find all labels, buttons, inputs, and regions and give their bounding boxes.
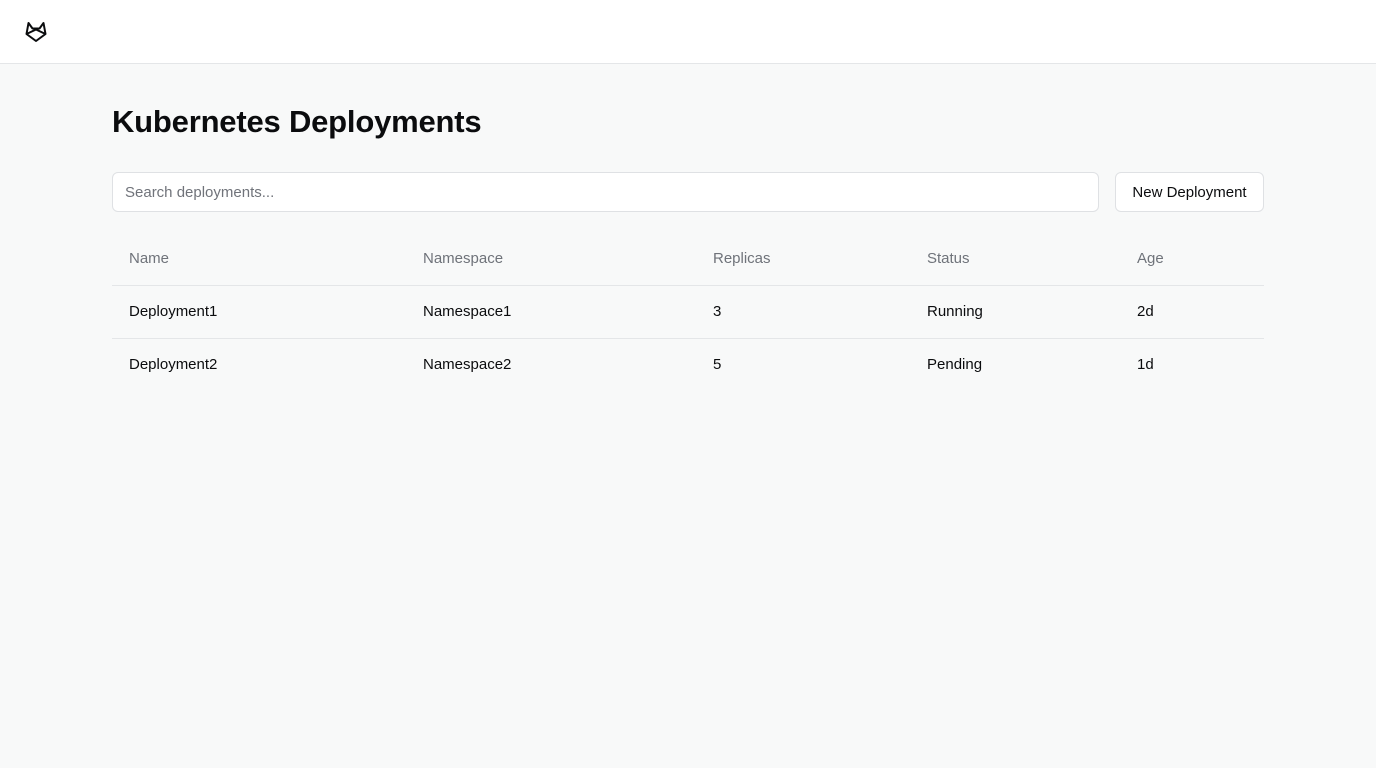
column-header-replicas: Replicas xyxy=(696,232,910,286)
cell-status: Pending xyxy=(927,356,983,374)
new-deployment-button[interactable]: New Deployment xyxy=(1115,172,1264,212)
column-header-namespace: Namespace xyxy=(406,232,696,286)
cell-status: Running xyxy=(910,285,1120,339)
cell-replicas: 5 xyxy=(713,356,722,374)
cell-age: 2d xyxy=(1120,285,1264,339)
search-input[interactable] xyxy=(112,172,1099,212)
table-row[interactable]: Deployment2 Namespace2 5 Pending 1d xyxy=(112,338,1264,391)
gitlab-logo-icon[interactable] xyxy=(24,20,48,44)
cell-age: 1d xyxy=(1137,356,1154,374)
column-header-age: Age xyxy=(1120,232,1264,286)
cell-replicas: 3 xyxy=(696,285,910,339)
cell-name: Deployment1 xyxy=(112,285,406,339)
column-header-status: Status xyxy=(910,232,1120,286)
cell-namespace: Namespace2 xyxy=(423,356,512,374)
deployments-table: Name Namespace Replicas Status Age Deplo… xyxy=(112,232,1264,391)
table-header-row: Name Namespace Replicas Status Age xyxy=(112,232,1264,286)
cell-name: Deployment2 xyxy=(129,356,218,374)
table-row[interactable]: Deployment1 Namespace1 3 Running 2d xyxy=(112,285,1264,339)
column-header-name: Name xyxy=(112,232,406,286)
cell-namespace: Namespace1 xyxy=(406,285,696,339)
top-navigation-bar xyxy=(0,0,1376,64)
page-title: Kubernetes Deployments xyxy=(112,104,482,139)
